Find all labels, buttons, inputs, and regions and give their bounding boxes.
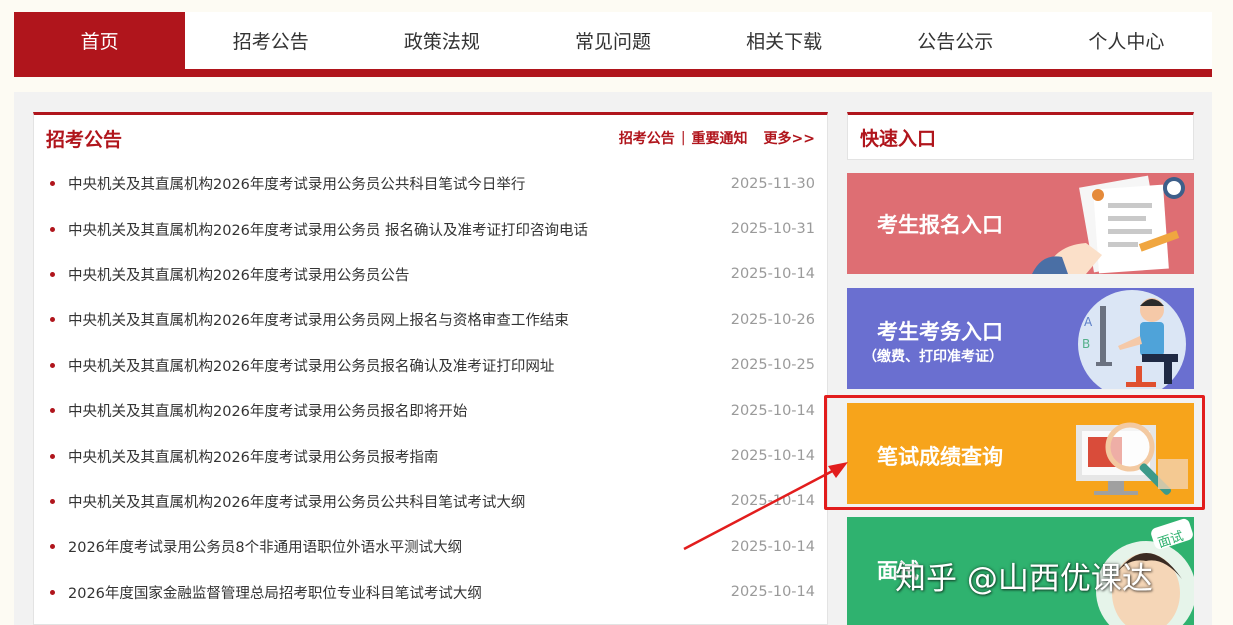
exam-affairs-entry-label: 考生考务入口 <box>877 320 1003 344</box>
news-date: 2025-11-30 <box>730 175 815 192</box>
news-title[interactable]: 2026年度考试录用公务员8个非通用语职位外语水平测试大纲 <box>68 536 725 557</box>
link-separator: | <box>680 130 686 146</box>
content-area: 招考公告 招考公告 | 重要通知 更多>> 中央机关及其直属机构2026年度考试… <box>14 92 1212 625</box>
nav-item-policies[interactable]: 政策法规 <box>356 12 527 69</box>
bullet-icon <box>50 362 55 368</box>
announcements-panel: 招考公告 招考公告 | 重要通知 更多>> 中央机关及其直属机构2026年度考试… <box>33 112 828 625</box>
bullet-icon <box>50 544 55 550</box>
bullet-icon <box>50 317 55 323</box>
bullet-icon <box>50 589 55 595</box>
news-title[interactable]: 中央机关及其直属机构2026年度考试录用公务员网上报名与资格审查工作结束 <box>68 309 725 330</box>
news-title[interactable]: 中央机关及其直属机构2026年度考试录用公务员公共科目笔试今日举行 <box>68 173 725 194</box>
bullet-icon <box>50 498 55 504</box>
news-title[interactable]: 中央机关及其直属机构2026年度考试录用公务员报名即将开始 <box>68 400 725 421</box>
nav-item-faq[interactable]: 常见问题 <box>527 12 698 69</box>
news-item[interactable]: 2026年度国家金融监督管理总局招考职位专业科目笔试考试大纲 2025-10-14 <box>34 570 827 615</box>
news-date: 2025-10-14 <box>730 448 815 465</box>
registration-entry-button[interactable]: 考生报名入口 <box>847 173 1194 274</box>
news-item[interactable]: 中央机关及其直属机构2026年度考试录用公务员公共科目笔试考试大纲 2025-10… <box>34 479 827 524</box>
news-list: 中央机关及其直属机构2026年度考试录用公务员公共科目笔试今日举行 2025-11… <box>34 161 827 615</box>
svg-text:A: A <box>1084 315 1093 329</box>
news-date: 2025-10-14 <box>730 402 815 419</box>
announcements-title: 招考公告 <box>46 128 123 151</box>
news-date: 2025-10-14 <box>730 538 815 555</box>
news-item[interactable]: 中央机关及其直属机构2026年度考试录用公务员报考指南 2025-10-14 <box>34 433 827 478</box>
news-item[interactable]: 中央机关及其直属机构2026年度考试录用公务员网上报名与资格审查工作结束 2025… <box>34 297 827 342</box>
quick-entry-title: 快速入口 <box>860 127 937 150</box>
news-item[interactable]: 中央机关及其直属机构2026年度考试录用公务员报名确认及准考证打印网址 2025-… <box>34 343 827 388</box>
nav-underline-bar <box>14 69 1212 77</box>
svg-text:B: B <box>1082 337 1090 351</box>
written-score-query-label: 笔试成绩查询 <box>877 445 1003 469</box>
news-date: 2025-10-14 <box>730 584 815 601</box>
link-announcements[interactable]: 招考公告 <box>619 128 675 148</box>
news-title[interactable]: 中央机关及其直属机构2026年度考试录用公务员公共科目笔试考试大纲 <box>68 491 725 512</box>
person-at-computer-icon: A B <box>1078 290 1186 389</box>
main-nav: 首页 招考公告 政策法规 常见问题 相关下载 公告公示 个人中心 <box>14 12 1212 77</box>
news-item[interactable]: 中央机关及其直属机构2026年度考试录用公务员公告 2025-10-14 <box>34 252 827 297</box>
news-title[interactable]: 2026年度国家金融监督管理总局招考职位专业科目笔试考试大纲 <box>68 582 725 603</box>
quick-entry-header: 快速入口 <box>847 112 1194 160</box>
nav-item-downloads[interactable]: 相关下载 <box>699 12 870 69</box>
quick-entry-panel: 快速入口 考生报名入口 考生考务入口 （缴费、打印准考证） A B 笔试成绩查询… <box>847 112 1194 625</box>
written-score-query-button[interactable]: 笔试成绩查询 <box>847 403 1194 504</box>
bullet-icon <box>50 226 55 232</box>
news-title[interactable]: 中央机关及其直属机构2026年度考试录用公务员报考指南 <box>68 446 725 467</box>
announcements-header: 招考公告 招考公告 | 重要通知 更多>> <box>34 115 827 161</box>
news-date: 2025-10-26 <box>730 311 815 328</box>
news-item[interactable]: 2026年度考试录用公务员8个非通用语职位外语水平测试大纲 2025-10-14 <box>34 524 827 569</box>
news-item[interactable]: 中央机关及其直属机构2026年度考试录用公务员公共科目笔试今日举行 2025-11… <box>34 161 827 206</box>
announcements-links: 招考公告 | 重要通知 更多>> <box>619 128 815 148</box>
nav-item-personal-center[interactable]: 个人中心 <box>1041 12 1212 69</box>
link-important-notices[interactable]: 重要通知 <box>692 128 748 148</box>
bullet-icon <box>50 181 55 187</box>
news-item[interactable]: 中央机关及其直属机构2026年度考试录用公务员报名即将开始 2025-10-14 <box>34 388 827 433</box>
registration-entry-label: 考生报名入口 <box>877 213 1003 237</box>
magnifier-screen-icon <box>1076 422 1188 495</box>
nav-item-public-notices[interactable]: 公告公示 <box>870 12 1041 69</box>
document-form-icon <box>1032 175 1185 274</box>
news-date: 2025-10-14 <box>730 266 815 283</box>
news-item[interactable]: 中央机关及其直属机构2026年度考试录用公务员 报名确认及准考证打印咨询电话 20… <box>34 206 827 251</box>
exam-affairs-entry-sublabel: （缴费、打印准考证） <box>863 349 1003 365</box>
bullet-icon <box>50 453 55 459</box>
nav-items: 首页 招考公告 政策法规 常见问题 相关下载 公告公示 个人中心 <box>14 12 1212 69</box>
bullet-icon <box>50 271 55 277</box>
news-title[interactable]: 中央机关及其直属机构2026年度考试录用公务员公告 <box>68 264 725 285</box>
news-date: 2025-10-31 <box>730 221 815 238</box>
watermark-text: 知乎 @山西优课达 <box>895 561 1153 597</box>
exam-affairs-entry-button[interactable]: 考生考务入口 （缴费、打印准考证） A B <box>847 288 1194 389</box>
nav-item-announcements[interactable]: 招考公告 <box>185 12 356 69</box>
nav-item-home[interactable]: 首页 <box>14 12 186 69</box>
news-title[interactable]: 中央机关及其直属机构2026年度考试录用公务员 报名确认及准考证打印咨询电话 <box>68 219 725 240</box>
news-title[interactable]: 中央机关及其直属机构2026年度考试录用公务员报名确认及准考证打印网址 <box>68 355 725 376</box>
news-date: 2025-10-25 <box>730 357 815 374</box>
news-date: 2025-10-14 <box>730 493 815 510</box>
link-more[interactable]: 更多>> <box>764 128 815 148</box>
bullet-icon <box>50 408 55 414</box>
